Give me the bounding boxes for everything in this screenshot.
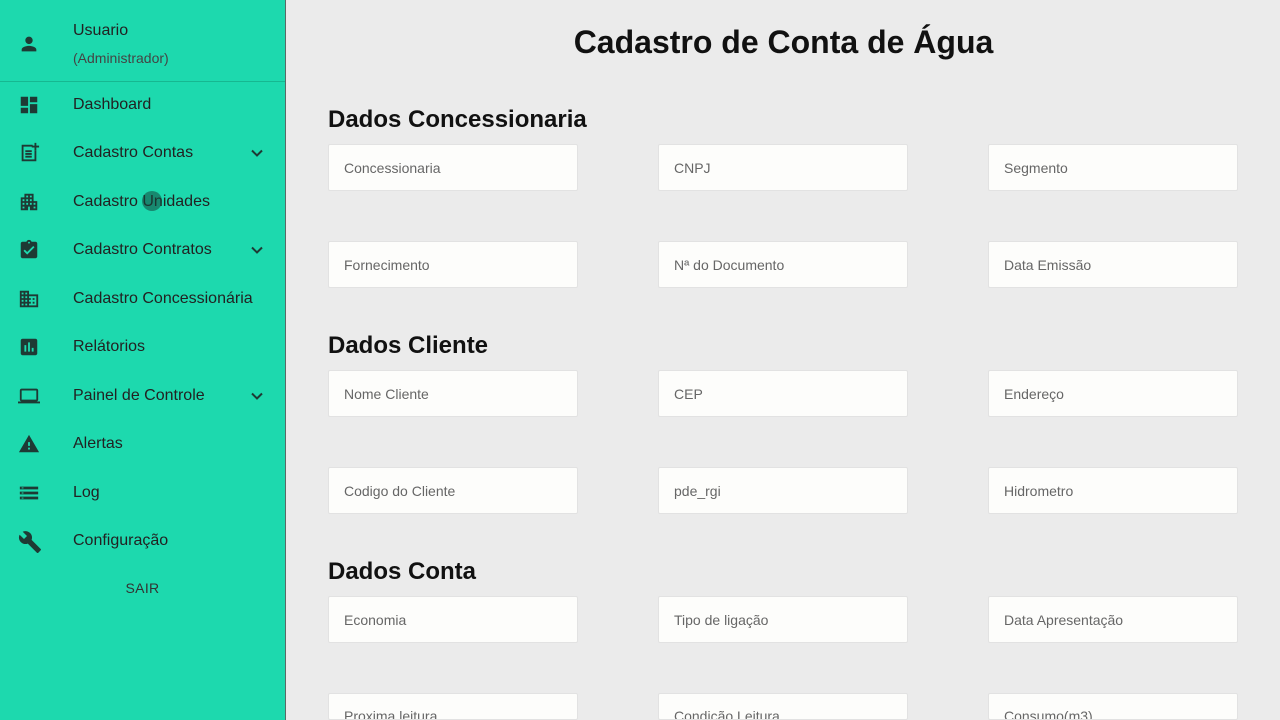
assessment-icon — [18, 336, 40, 358]
sidebar-item-painel-de-controle[interactable]: Painel de Controle — [0, 374, 285, 418]
sidebar-item-label: Log — [73, 484, 100, 501]
cep-field[interactable] — [658, 370, 908, 417]
sidebar-item-label: Relátorios — [73, 338, 146, 355]
sidebar-item-configuracao[interactable]: Configuração — [0, 519, 285, 563]
business-icon — [18, 288, 40, 310]
person-icon — [18, 33, 40, 55]
chevron-down-icon[interactable] — [247, 386, 267, 406]
warning-icon — [18, 433, 40, 455]
list-icon — [18, 482, 40, 504]
main-content: Cadastro de Conta de Água Dados Concessi… — [287, 0, 1280, 720]
tipo-ligacao-field[interactable] — [658, 596, 908, 643]
chevron-down-icon[interactable] — [247, 143, 267, 163]
consumo-field[interactable] — [988, 693, 1238, 720]
pde-rgi-field[interactable] — [658, 467, 908, 514]
data-apresentacao-field[interactable] — [988, 596, 1238, 643]
sidebar-item-label: Alertas — [73, 435, 123, 452]
wrench-icon — [18, 530, 41, 553]
chevron-down-icon[interactable] — [247, 240, 267, 260]
logout-button[interactable]: SAIR — [0, 580, 285, 596]
sidebar-item-dashboard[interactable]: Dashboard — [0, 83, 285, 127]
laptop-icon — [18, 385, 40, 407]
user-role: (Administrador) — [73, 50, 169, 66]
cnpj-field[interactable] — [658, 144, 908, 191]
cursor-click-indicator — [142, 191, 162, 211]
codigo-cliente-field[interactable] — [328, 467, 578, 514]
sidebar-item-label: Cadastro Concessionária — [73, 290, 253, 307]
sidebar-item-label: Configuração — [73, 532, 169, 549]
nome-cliente-field[interactable] — [328, 370, 578, 417]
user-name: Usuario — [73, 22, 129, 39]
endereco-field[interactable] — [988, 370, 1238, 417]
sidebar-item-cadastro-concessionaria[interactable]: Cadastro Concessionária — [0, 277, 285, 321]
sidebar-item-label: Painel de Controle — [73, 387, 205, 404]
sidebar-item-label: Cadastro Contratos — [73, 241, 212, 258]
section-title-dados-conta: Dados Conta — [328, 558, 477, 585]
sidebar-item-cadastro-contratos[interactable]: Cadastro Contratos — [0, 228, 285, 272]
sidebar-item-relatorios[interactable]: Relátorios — [0, 325, 285, 369]
hidrometro-field[interactable] — [988, 467, 1238, 514]
economia-field[interactable] — [328, 596, 578, 643]
fornecimento-field[interactable] — [328, 241, 578, 288]
data-emissao-field[interactable] — [988, 241, 1238, 288]
page-title: Cadastro de Conta de Água — [573, 24, 994, 60]
section-title-dados-concessionaria: Dados Concessionaria — [328, 106, 587, 133]
sidebar-item-label: Cadastro Contas — [73, 144, 194, 161]
condicao-leitura-field[interactable] — [658, 693, 908, 720]
concessionaria-field[interactable] — [328, 144, 578, 191]
post-add-icon — [18, 142, 40, 164]
assignment-turned-in-icon — [18, 239, 40, 261]
apartment-icon — [18, 191, 40, 213]
numero-documento-field[interactable] — [658, 241, 908, 288]
sidebar-item-alertas[interactable]: Alertas — [0, 422, 285, 466]
sidebar-item-log[interactable]: Log — [0, 471, 285, 515]
user-panel: Usuario (Administrador) — [0, 0, 285, 82]
segmento-field[interactable] — [988, 144, 1238, 191]
proxima-leitura-field[interactable] — [328, 693, 578, 720]
sidebar: Usuario (Administrador) Dashboard Cadast… — [0, 0, 286, 720]
dashboard-icon — [18, 94, 40, 116]
sidebar-item-cadastro-contas[interactable]: Cadastro Contas — [0, 131, 285, 175]
sidebar-item-label: Dashboard — [73, 96, 152, 113]
section-title-dados-cliente: Dados Cliente — [328, 332, 489, 359]
